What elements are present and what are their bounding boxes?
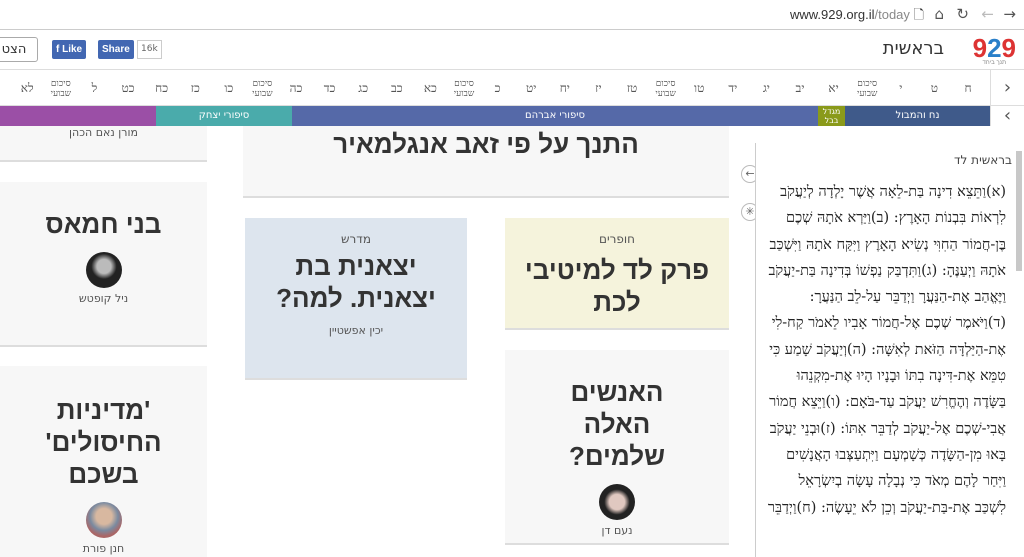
- chapter-text: (א)וַתֵּצֵא דִינָה בַּת-לֵאָה אֲשֶׁר יָל…: [767, 184, 1006, 516]
- card-people[interactable]: האנשים האלה שלמים? נעם דן: [505, 350, 729, 545]
- save-button[interactable]: הצט: [0, 37, 38, 62]
- chapter-item[interactable]: טז: [615, 70, 649, 106]
- chapter-item[interactable]: כב: [380, 70, 414, 106]
- card-category: מדרש: [341, 232, 371, 246]
- card-hofrim[interactable]: חופרים פרק לד למיטיבי לכת: [505, 218, 729, 330]
- chapter-item[interactable]: ח: [951, 70, 985, 106]
- segment-isaac[interactable]: סיפורי יצחק: [156, 106, 292, 126]
- avatar: [85, 252, 122, 288]
- chapter-item[interactable]: יט: [514, 70, 548, 106]
- chapter-item[interactable]: כז: [178, 70, 212, 106]
- chapter-item[interactable]: לא: [10, 70, 44, 106]
- author-name: מורן נאם הכהן: [69, 126, 138, 139]
- chapter-item[interactable]: כט: [111, 70, 145, 106]
- site-header: 929 תנך ביחד בראשית הצט f Like Share 16k: [0, 30, 1024, 70]
- segment-noah[interactable]: נח והמבול: [845, 106, 990, 126]
- logo[interactable]: 929 תנך ביחד: [973, 33, 1016, 66]
- author-name: נעם דן: [601, 524, 633, 537]
- card-title: בני חמאס: [45, 209, 162, 239]
- story-bar: ‹ נח והמבול מגדל בבל סיפורי אברהם סיפורי…: [0, 106, 1024, 126]
- forward-icon[interactable]: →: [1003, 5, 1016, 23]
- book-title[interactable]: בראשית: [883, 38, 944, 59]
- facebook-like-button[interactable]: f Like: [52, 40, 87, 59]
- chapter-item[interactable]: טו: [682, 70, 716, 106]
- card-title: 'מדיניות החיסולים' בשכם: [45, 395, 162, 489]
- card-category: חופרים: [598, 232, 636, 246]
- chapter-weekly-summary[interactable]: סיכום שבועי: [850, 70, 884, 106]
- card-title: פרק לד למיטיבי לכת: [524, 255, 710, 317]
- chapter-weekly-summary[interactable]: סיכום שבועי: [44, 70, 78, 106]
- card-tanakh[interactable]: התנך על פי זאב אנגלמאיר: [243, 126, 729, 198]
- browser-toolbar: www.929.org.il/today 🗋 ⌂ ↻ ← →: [0, 0, 1024, 30]
- chapter-item[interactable]: יז: [581, 70, 615, 106]
- chapter-item[interactable]: ל: [77, 70, 111, 106]
- card-title: יצאנית בת יצאנית. למה?: [276, 251, 436, 313]
- author-name: ניל קופטש: [78, 292, 129, 305]
- chevron-right-icon[interactable]: ›: [990, 70, 1024, 106]
- chapter-item[interactable]: יב: [783, 70, 817, 106]
- chevron-left-icon[interactable]: ‹: [990, 106, 1024, 126]
- segment-babel[interactable]: מגדל בבל: [818, 106, 845, 126]
- address-bar[interactable]: www.929.org.il/today 🗋: [790, 6, 924, 28]
- chapter-nav: › ח ט י סיכום שבועי יא יב יג יד טו סיכום שבועי טז י…: [0, 70, 1024, 106]
- chapter-item[interactable]: כו: [212, 70, 246, 106]
- chapter-item[interactable]: כג: [346, 70, 380, 106]
- chapter-item[interactable]: יג: [749, 70, 783, 106]
- share-count: 16k: [137, 40, 162, 59]
- segment-abraham[interactable]: סיפורי אברהם: [292, 106, 818, 126]
- home-icon[interactable]: ⌂: [934, 5, 944, 23]
- chapter-item[interactable]: ט: [917, 70, 951, 106]
- chapter-item[interactable]: י: [884, 70, 918, 106]
- chapter-weekly-summary[interactable]: סיכום שבועי: [447, 70, 481, 106]
- chapter-weekly-summary[interactable]: סיכום שבועי: [649, 70, 683, 106]
- card-title: האנשים האלה שלמים?: [568, 377, 666, 471]
- chapter-item[interactable]: כח: [145, 70, 179, 106]
- author-name: יכין אפשטיין: [328, 324, 384, 337]
- panel-title: בראשית לד: [954, 153, 1012, 167]
- chapter-item[interactable]: כה: [279, 70, 313, 106]
- card-top-left[interactable]: מורן נאם הכהן: [0, 126, 207, 162]
- url-host: www.929.org.il: [789, 7, 875, 22]
- chapter-text-panel: בראשית לד (א)וַתֵּצֵא דִינָה בַּת-לֵאָה …: [755, 143, 1024, 557]
- avatar: [85, 502, 122, 538]
- back-icon[interactable]: ←: [981, 5, 994, 23]
- chapter-item[interactable]: יד: [716, 70, 750, 106]
- chapter-item[interactable]: כא: [413, 70, 447, 106]
- card-midrash[interactable]: מדרש יצאנית בת יצאנית. למה? יכין אפשטיין: [245, 218, 467, 380]
- reload-icon[interactable]: ↻: [956, 5, 969, 23]
- chapter-weekly-summary[interactable]: סיכום שבועי: [245, 70, 279, 106]
- card-title: התנך על פי זאב אנגלמאיר: [333, 129, 639, 159]
- card-bnei-hamas[interactable]: בני חמאס ניל קופטש: [0, 182, 207, 347]
- chapter-item[interactable]: יח: [548, 70, 582, 106]
- chapter-item[interactable]: יא: [817, 70, 851, 106]
- card-policy[interactable]: 'מדיניות החיסולים' בשכם חנן פורת: [0, 366, 207, 557]
- scrollbar[interactable]: [1016, 151, 1022, 271]
- facebook-share-button[interactable]: Share: [98, 40, 134, 59]
- avatar: [599, 484, 635, 520]
- chapter-item[interactable]: כ: [481, 70, 515, 106]
- segment-jacob[interactable]: [0, 106, 156, 126]
- logo-subtitle: תנך ביחד: [982, 60, 1007, 66]
- author-name: חנן פורת: [82, 542, 125, 555]
- chapter-item[interactable]: כד: [313, 70, 347, 106]
- page-icon: 🗋: [913, 7, 924, 22]
- url-path: /today: [874, 7, 910, 22]
